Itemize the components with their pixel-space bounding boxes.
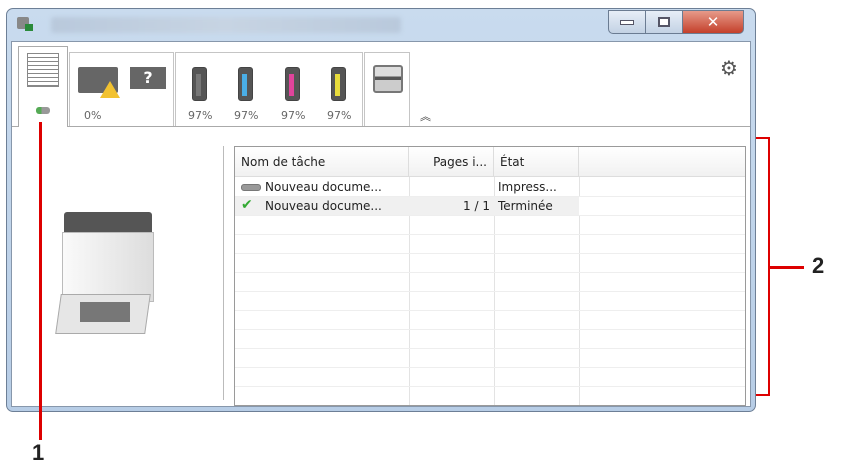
job-state: Impress... <box>498 180 557 194</box>
chevron-up-icon[interactable]: ︽ <box>420 108 431 124</box>
toner-black-level: 97% <box>188 109 213 122</box>
toner-yellow-icon <box>331 67 346 101</box>
callout-1-label: 1 <box>32 440 45 465</box>
tab-jobs[interactable] <box>18 46 68 127</box>
table-row[interactable]: Nouveau docume... Impress... <box>235 178 745 197</box>
gear-icon[interactable]: ⚙ <box>720 56 738 80</box>
stack-of-paper-icon <box>27 53 59 87</box>
job-name: Nouveau docume... <box>265 199 382 213</box>
tab-device[interactable] <box>364 52 410 126</box>
column-header-pages[interactable]: Pages i... <box>409 147 494 177</box>
column-header-name[interactable]: Nom de tâche <box>235 147 409 177</box>
toner-cyan-level: 97% <box>234 109 259 122</box>
paper-level: 0% <box>84 109 102 122</box>
toner-cyan-icon <box>238 67 253 101</box>
job-state: Terminée <box>498 199 553 213</box>
toner-magenta-icon <box>285 67 300 101</box>
job-pages: 1 / 1 <box>463 199 490 213</box>
callout-2-bracket <box>756 137 770 396</box>
printing-status-icon <box>36 107 50 114</box>
minimize-button[interactable] <box>608 10 646 34</box>
printing-status-icon <box>241 184 261 191</box>
multifunction-printer-icon <box>373 65 403 93</box>
paper-tray-unknown-icon: ? <box>130 67 166 89</box>
tab-toner[interactable]: 97% 97% 97% 97% <box>175 52 363 126</box>
toner-magenta-level: 97% <box>281 109 306 122</box>
toner-black-icon <box>192 67 207 101</box>
table-row[interactable]: ✔ Nouveau docume... 1 / 1 Terminée <box>235 197 745 216</box>
client-area: ? 0% 97% 97% 97% 97% ︽ ⚙ Nom de tâche Pa… <box>11 41 751 407</box>
tab-paper[interactable]: ? 0% <box>69 52 174 126</box>
close-button[interactable]: ✕ <box>682 10 744 34</box>
column-header-state[interactable]: État <box>494 147 579 177</box>
printer-image <box>55 212 158 342</box>
printer-app-icon <box>15 15 35 33</box>
window-title <box>51 17 401 33</box>
job-pages <box>409 178 494 197</box>
job-list-table: Nom de tâche Pages i... État Nouveau doc… <box>234 146 746 406</box>
job-name: Nouveau docume... <box>265 180 382 194</box>
toner-yellow-level: 97% <box>327 109 352 122</box>
status-monitor-window: ✕ ? 0% 97% 97% 97% 97% ︽ ⚙ Nom de tâche … <box>6 8 756 412</box>
callout-2-line <box>770 266 804 269</box>
pane-divider[interactable] <box>223 146 224 400</box>
callout-1-line <box>39 122 42 440</box>
callout-2-label: 2 <box>812 253 825 278</box>
maximize-button[interactable] <box>645 10 683 34</box>
checkmark-icon: ✔ <box>241 197 253 213</box>
